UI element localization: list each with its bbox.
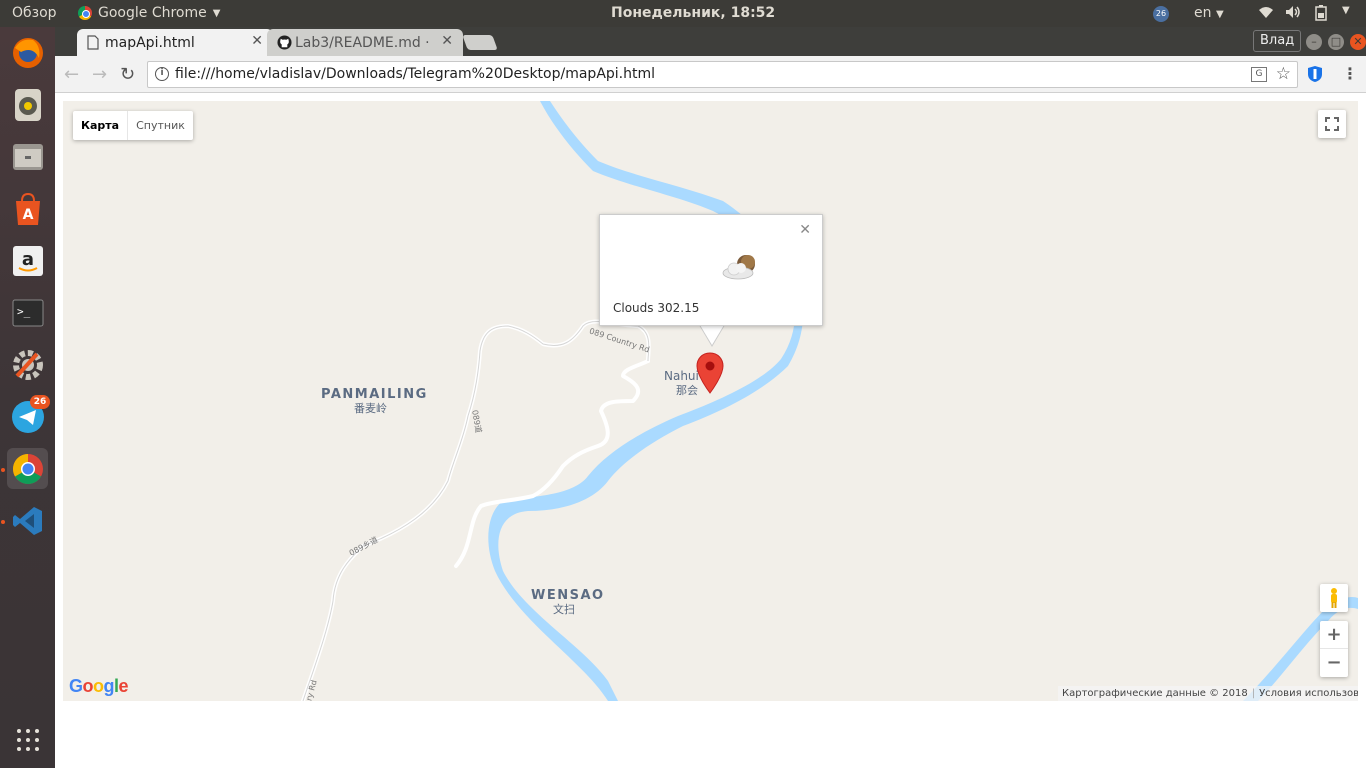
wifi-icon[interactable] — [1258, 5, 1274, 23]
place-label-nahui: Nahui — [664, 369, 699, 383]
browser-toolbar: ← → ↻ i file:///home/vladislav/Downloads… — [55, 56, 1366, 93]
url-text[interactable]: file:///home/vladislav/Downloads/Telegra… — [175, 66, 655, 82]
rhythmbox-icon[interactable] — [7, 84, 48, 125]
svg-text:A: A — [22, 207, 33, 223]
vscode-icon[interactable] — [7, 500, 48, 541]
google-logo[interactable]: Google — [69, 676, 129, 697]
zoom-in-button[interactable]: + — [1320, 621, 1348, 649]
address-bar[interactable]: i file:///home/vladislav/Downloads/Teleg… — [147, 61, 1298, 88]
info-icon[interactable]: i — [155, 67, 169, 81]
info-window: ✕ Clouds 302.15 — [599, 214, 823, 326]
info-window-tail — [700, 325, 724, 345]
running-indicator — [1, 520, 5, 524]
language-label: en — [1194, 5, 1212, 21]
close-tab-icon[interactable]: ✕ — [441, 33, 453, 49]
amazon-icon[interactable]: a — [7, 240, 48, 281]
github-icon — [277, 35, 292, 54]
map-type-map-button[interactable]: Карта — [73, 111, 129, 140]
telegram-unread-badge: 26 — [30, 395, 50, 409]
translate-icon[interactable]: G — [1251, 67, 1267, 82]
reload-icon[interactable]: ↻ — [120, 64, 135, 85]
chevron-down-icon: ▼ — [212, 7, 221, 19]
close-icon[interactable]: ✕ — [799, 222, 811, 238]
language-indicator[interactable]: en ▼ — [1194, 5, 1224, 21]
new-tab-button[interactable] — [462, 35, 498, 50]
browser-menu-icon[interactable]: ⋮ — [1342, 64, 1358, 83]
place-label-wensao-native: 文扫 — [553, 603, 575, 616]
running-indicator — [1, 468, 5, 472]
chrome-icon — [78, 6, 92, 20]
page-content: 089 Country Rd 089道 089乡道 ry Rd PANMAILI… — [55, 94, 1366, 768]
extension-shield-icon[interactable] — [1307, 65, 1323, 83]
tab-mapapi[interactable]: mapApi.html ✕ — [77, 29, 273, 56]
svg-text:a: a — [21, 249, 33, 270]
tab-readme[interactable]: Lab3/README.md · ✕ — [267, 29, 463, 56]
bookmark-star-icon[interactable]: ☆ — [1276, 64, 1291, 84]
fullscreen-icon — [1325, 117, 1339, 131]
activities-button[interactable]: Обзор — [12, 5, 57, 21]
partly-cloudy-night-icon — [722, 255, 755, 280]
map-type-satellite-button[interactable]: Спутник — [128, 111, 193, 140]
system-top-bar: Обзор Google Chrome ▼ Понедельник, 18:52… — [0, 0, 1366, 27]
chevron-down-icon: ▼ — [1215, 9, 1224, 20]
show-applications-icon[interactable] — [7, 719, 48, 760]
software-center-icon[interactable]: A — [7, 188, 48, 229]
map-marker-icon[interactable] — [696, 352, 724, 394]
document-icon — [87, 35, 99, 54]
svg-text:>_: >_ — [17, 305, 31, 318]
tab-title: Lab3/README.md · — [295, 34, 430, 51]
terms-link[interactable]: Условия использования — [1259, 686, 1358, 701]
app-menu-label: Google Chrome — [98, 5, 207, 21]
pegman-icon — [1331, 588, 1337, 608]
fullscreen-button[interactable] — [1318, 110, 1346, 138]
river — [488, 101, 804, 701]
forward-arrow-icon[interactable]: → — [92, 64, 107, 85]
attribution-text: Картографические данные © 2018 — [1062, 688, 1248, 699]
zoom-out-button[interactable]: − — [1320, 649, 1348, 677]
zoom-control: + − — [1320, 621, 1348, 677]
map-canvas — [301, 101, 1358, 701]
browser-tab-strip: mapApi.html ✕ Lab3/README.md · ✕ Влад – … — [55, 27, 1366, 56]
google-map[interactable]: 089 Country Rd 089道 089乡道 ry Rd PANMAILI… — [63, 101, 1358, 701]
tab-title: mapApi.html — [105, 34, 195, 51]
app-menu[interactable]: Google Chrome ▼ — [78, 5, 220, 21]
clock[interactable]: Понедельник, 18:52 — [611, 5, 775, 21]
firefox-icon[interactable] — [7, 32, 48, 73]
weather-info-text: Clouds 302.15 — [613, 301, 700, 315]
system-settings-icon[interactable] — [7, 344, 48, 385]
place-label-panmailing-native: 番麦岭 — [354, 402, 387, 415]
minimize-icon[interactable]: – — [1306, 34, 1322, 50]
street-view-pegman[interactable] — [1320, 584, 1348, 612]
separator: | — [1251, 688, 1256, 699]
map-type-control: Карта Спутник — [73, 111, 193, 140]
map-attribution: Картографические данные © 2018 | Условия… — [1058, 686, 1358, 701]
chrome-dock-icon[interactable] — [7, 448, 48, 489]
profile-button[interactable]: Влад — [1253, 30, 1302, 52]
system-menu-chevron-icon[interactable]: ▼ — [1342, 5, 1350, 16]
battery-icon[interactable] — [1315, 5, 1327, 25]
maximize-icon[interactable]: □ — [1328, 34, 1344, 50]
place-label-nahui-native: 那会 — [676, 384, 698, 397]
files-icon[interactable] — [7, 136, 48, 177]
notification-badge[interactable]: 26 — [1153, 6, 1169, 22]
volume-icon[interactable] — [1285, 5, 1301, 23]
terminal-icon[interactable]: >_ — [7, 292, 48, 333]
back-arrow-icon[interactable]: ← — [64, 64, 79, 85]
close-window-icon[interactable]: ✕ — [1350, 34, 1366, 50]
launcher-dock: A a >_ 26 — [0, 27, 55, 768]
close-tab-icon[interactable]: ✕ — [251, 33, 263, 49]
